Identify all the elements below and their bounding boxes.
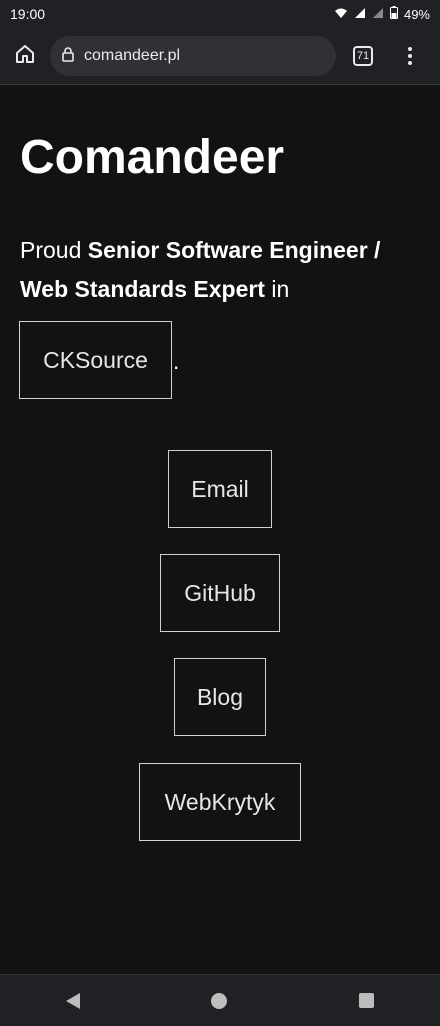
tabs-icon: 71 [353, 46, 373, 66]
battery-percent: 49% [403, 6, 430, 22]
intro-suffix: in [264, 276, 290, 302]
back-icon[interactable] [65, 992, 80, 1009]
intro-prefix: Proud [20, 237, 88, 263]
lock-icon[interactable] [62, 47, 74, 65]
status-icons: 49% [334, 6, 430, 22]
github-link[interactable]: GitHub [160, 554, 280, 632]
webkrytyk-link[interactable]: WebKrytyk [139, 763, 301, 841]
home-icon [14, 43, 36, 70]
more-vert-icon[interactable] [390, 28, 430, 85]
address-bar[interactable]: comandeer.pl [50, 36, 336, 76]
tab-count: 71 [356, 50, 370, 62]
recents-icon[interactable] [359, 993, 375, 1008]
status-time: 19:00 [10, 6, 46, 22]
signal-icon [372, 7, 384, 22]
signal-icon [354, 7, 366, 22]
page-content: Comandeer Proud Senior Software Engineer… [0, 86, 440, 974]
browser-toolbar: comandeer.pl 71 [0, 28, 440, 85]
email-link[interactable]: Email [168, 450, 272, 528]
page-title: Comandeer [20, 131, 285, 184]
home-button[interactable] [0, 28, 50, 85]
system-nav-bar [0, 974, 440, 1026]
battery-icon [389, 6, 398, 22]
blog-link[interactable]: Blog [174, 658, 266, 736]
url-text[interactable]: comandeer.pl [84, 47, 180, 65]
tab-switcher-button[interactable]: 71 [336, 28, 390, 85]
status-bar: 19:00 49% [0, 0, 440, 28]
wifi-icon [334, 7, 348, 22]
intro-text: Proud Senior Software Engineer / Web Sta… [20, 231, 420, 309]
home-circle-icon[interactable] [211, 992, 228, 1009]
cksource-link[interactable]: CKSource [19, 321, 172, 399]
intro-period: . [173, 348, 180, 374]
